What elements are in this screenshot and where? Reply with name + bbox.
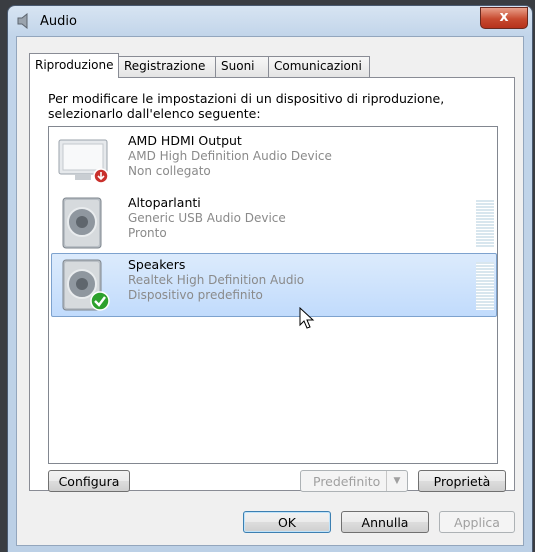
playback-panel: Per modificare le impostazioni di un dis… bbox=[29, 77, 515, 492]
properties-button[interactable]: Proprietà bbox=[418, 470, 506, 492]
device-name: AMD HDMI Output bbox=[128, 133, 242, 148]
device-description: Generic USB Audio Device bbox=[128, 211, 286, 225]
device-item-altoparlanti[interactable]: Altoparlanti Generic USB Audio Device Pr… bbox=[51, 191, 497, 255]
chevron-down-icon[interactable]: ▼ bbox=[386, 471, 407, 491]
monitor-icon bbox=[58, 139, 109, 184]
instructions-text: Per modificare le impostazioni di un dis… bbox=[48, 91, 445, 121]
device-name: Altoparlanti bbox=[128, 195, 201, 210]
mouse-cursor-icon bbox=[299, 307, 315, 329]
speaker-app-icon bbox=[17, 13, 28, 29]
audio-dialog: Audio x Riproduzione Registrazione Suoni… bbox=[8, 6, 532, 552]
device-status: Pronto bbox=[128, 226, 167, 240]
cancel-button[interactable]: Annulla bbox=[341, 511, 429, 533]
default-check-icon bbox=[90, 291, 110, 311]
device-status: Dispositivo predefinito bbox=[128, 288, 263, 302]
set-default-label: Predefinito bbox=[313, 474, 381, 489]
speaker-icon bbox=[62, 197, 102, 249]
tab-comunicazioni[interactable]: Comunicazioni bbox=[268, 56, 370, 77]
close-button[interactable]: x bbox=[480, 7, 528, 29]
device-item-speakers[interactable]: Speakers Realtek High Definition Audio D… bbox=[51, 253, 497, 317]
tab-suoni[interactable]: Suoni bbox=[215, 56, 269, 77]
device-status: Non collegato bbox=[128, 164, 211, 178]
title-bar[interactable]: Audio x bbox=[8, 6, 532, 36]
device-description: Realtek High Definition Audio bbox=[128, 273, 305, 287]
apply-button[interactable]: Applica bbox=[439, 511, 515, 533]
volume-level-meter bbox=[476, 262, 494, 310]
dialog-body: Riproduzione Registrazione Suoni Comunic… bbox=[16, 36, 524, 546]
device-item-amd-hdmi[interactable]: AMD HDMI Output AMD High Definition Audi… bbox=[51, 129, 497, 193]
volume-level-meter bbox=[476, 200, 494, 248]
configure-button[interactable]: Configura bbox=[48, 470, 130, 492]
device-name: Speakers bbox=[128, 257, 186, 272]
tab-riproduzione[interactable]: Riproduzione bbox=[29, 53, 119, 78]
device-list[interactable]: AMD HDMI Output AMD High Definition Audi… bbox=[48, 126, 498, 464]
ok-button[interactable]: OK bbox=[243, 511, 331, 533]
set-default-button[interactable]: Predefinito ▼ bbox=[300, 470, 408, 492]
window-title: Audio bbox=[40, 14, 77, 29]
device-description: AMD High Definition Audio Device bbox=[128, 149, 332, 163]
tab-registrazione[interactable]: Registrazione bbox=[118, 56, 216, 77]
speaker-icon bbox=[62, 259, 110, 311]
